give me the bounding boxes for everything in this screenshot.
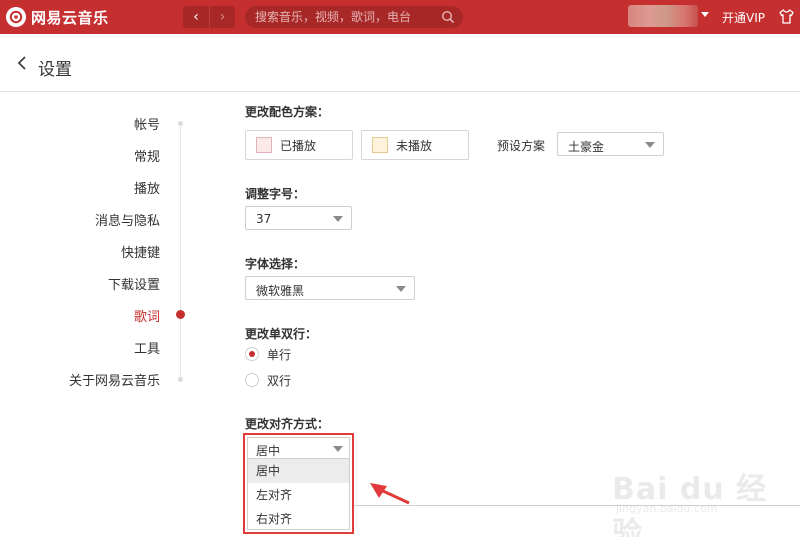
netease-logo-icon: [6, 7, 26, 27]
sidebar-item-account[interactable]: 帐号: [134, 114, 160, 133]
chevron-down-icon: [333, 446, 343, 452]
double-line-label: 双行: [267, 373, 292, 388]
font-size-select[interactable]: 37: [245, 206, 352, 230]
radio-checked-icon: [245, 347, 259, 361]
app-name: 网易云音乐: [31, 8, 109, 27]
single-line-label: 单行: [267, 347, 292, 362]
skin-icon[interactable]: [778, 8, 795, 25]
sidebar-item-about[interactable]: 关于网易云音乐: [69, 370, 160, 389]
top-bar: 网易云音乐 ‹ › 开通VIP: [0, 0, 800, 34]
unplayed-color-label: 未播放: [396, 138, 433, 153]
watermark-brand: Bai du 经验: [612, 472, 768, 537]
history-nav: ‹ ›: [183, 6, 235, 28]
sidebar-active-dot: [176, 310, 185, 319]
sidebar-item-lyrics[interactable]: 歌词: [134, 306, 160, 325]
radio-unchecked-icon: [245, 373, 259, 387]
settings-header: 设置: [0, 34, 800, 92]
search-input[interactable]: [255, 6, 435, 28]
played-color-swatch: [256, 137, 272, 153]
user-menu-caret-icon[interactable]: [701, 12, 709, 17]
font-family-select[interactable]: 微软雅黑: [245, 276, 415, 300]
back-arrow-icon[interactable]: [16, 54, 28, 72]
search-icon[interactable]: [441, 10, 455, 24]
sidebar-dot: [178, 377, 183, 382]
played-color-label: 已播放: [280, 138, 317, 153]
line-mode-title: 更改单双行：: [245, 327, 318, 341]
sidebar-item-shortcuts[interactable]: 快捷键: [121, 242, 160, 261]
watermark-url: jingyan.baidu.com: [616, 502, 718, 515]
alignment-highlight-box: 居中 居中 左对齐 右对齐: [243, 433, 354, 534]
settings-sidebar: 帐号 常规 播放 消息与隐私 快捷键 下载设置 歌词 工具 关于网易云音乐: [0, 93, 200, 537]
alignment-title: 更改对齐方式：: [245, 417, 330, 431]
baidu-jingyan-watermark: Bai du 经验 jingyan.baidu.com: [612, 446, 792, 537]
alignment-select-value: 居中: [256, 444, 281, 458]
preset-select[interactable]: 土豪金: [557, 132, 664, 156]
search-box: [245, 6, 463, 28]
user-avatar[interactable]: [628, 5, 698, 27]
sidebar-item-tools[interactable]: 工具: [134, 338, 160, 357]
unplayed-color-swatch: [372, 137, 388, 153]
alignment-option-center[interactable]: 居中: [248, 459, 349, 483]
played-color-button[interactable]: 已播放: [245, 130, 353, 160]
app-logo[interactable]: 网易云音乐: [6, 6, 109, 28]
single-line-radio[interactable]: 单行: [245, 345, 291, 363]
forward-nav-button[interactable]: ›: [209, 6, 235, 28]
annotation-arrow-icon: [370, 483, 410, 505]
alignment-select[interactable]: 居中: [247, 437, 350, 459]
chevron-down-icon: [396, 286, 406, 292]
alignment-dropdown-list: 居中 左对齐 右对齐: [247, 459, 350, 530]
sidebar-item-general[interactable]: 常规: [134, 146, 160, 165]
font-family-value: 微软雅黑: [256, 284, 305, 298]
alignment-option-left[interactable]: 左对齐: [248, 483, 349, 507]
sidebar-item-download[interactable]: 下载设置: [108, 274, 160, 293]
unplayed-color-button[interactable]: 未播放: [361, 130, 469, 160]
preset-label: 预设方案: [497, 139, 546, 153]
sidebar-item-privacy[interactable]: 消息与隐私: [95, 210, 160, 229]
sidebar-dot: [178, 121, 183, 126]
font-size-title: 调整字号：: [245, 187, 306, 201]
page-title: 设置: [38, 60, 72, 80]
vip-link[interactable]: 开通VIP: [722, 9, 765, 26]
double-line-radio[interactable]: 双行: [245, 371, 291, 389]
alignment-option-right[interactable]: 右对齐: [248, 507, 349, 531]
font-size-value: 37: [256, 212, 272, 226]
chevron-down-icon: [645, 142, 655, 148]
sidebar-item-playback[interactable]: 播放: [134, 178, 160, 197]
font-family-title: 字体选择：: [245, 257, 306, 271]
chevron-down-icon: [333, 216, 343, 222]
preset-select-value: 土豪金: [568, 140, 605, 154]
back-nav-button[interactable]: ‹: [183, 6, 209, 28]
color-scheme-title: 更改配色方案：: [245, 105, 330, 119]
sidebar-rail: [180, 121, 181, 381]
